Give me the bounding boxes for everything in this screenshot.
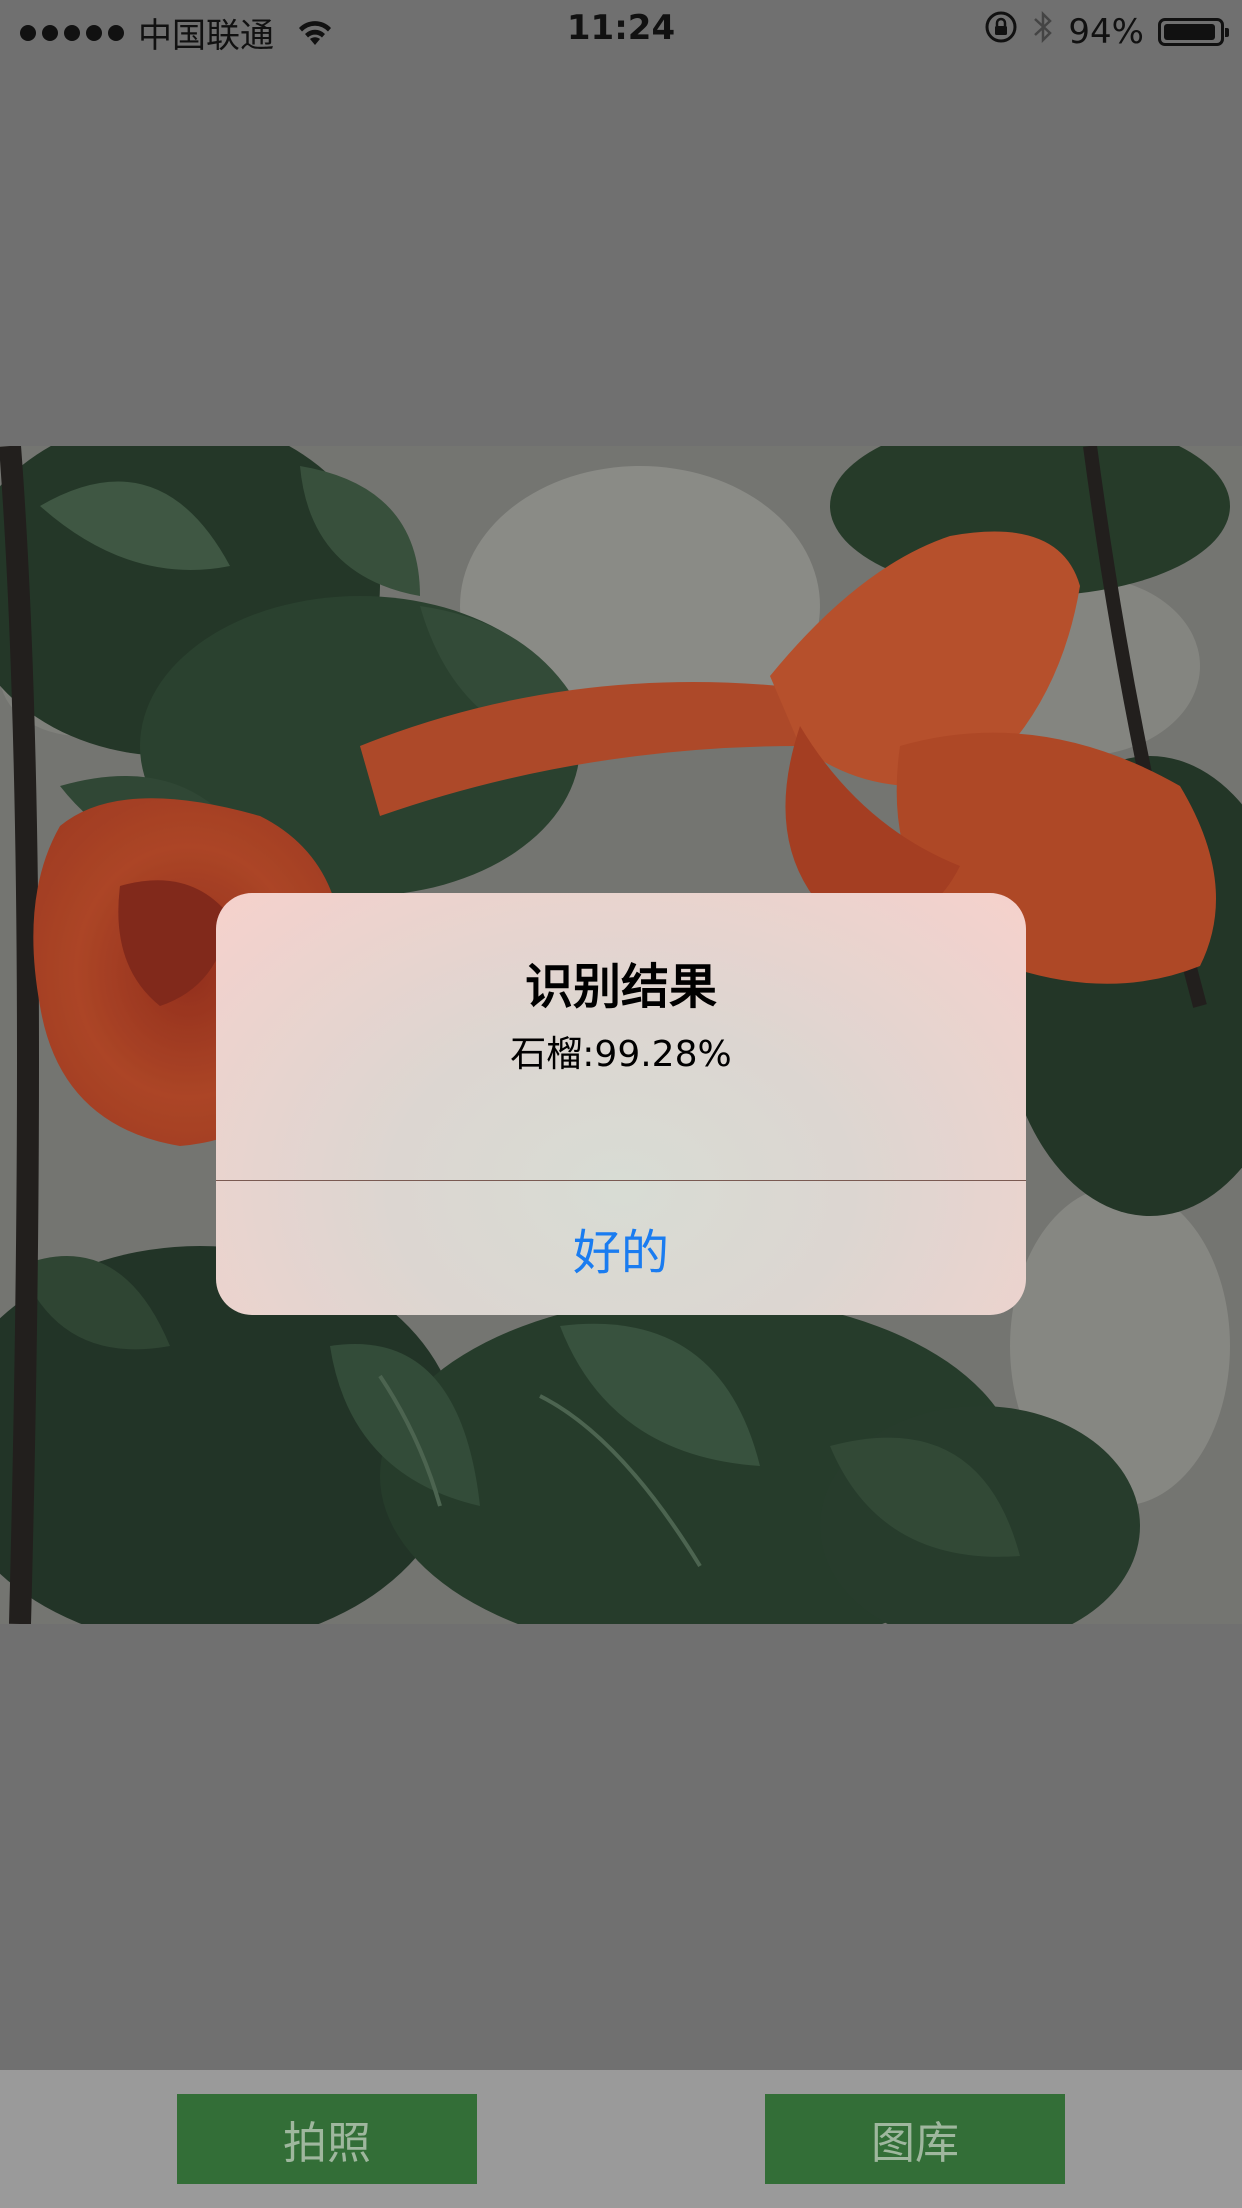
ok-button[interactable]: 好的: [216, 1181, 1026, 1315]
battery-icon: [1158, 17, 1229, 46]
alert-title: 识别结果: [524, 959, 717, 1015]
alert-message: 石榴:99.28%: [510, 1034, 732, 1075]
battery-percent: 94%: [1068, 11, 1144, 52]
status-right: 94%: [984, 10, 1229, 53]
photo-library-button[interactable]: 图库: [765, 2094, 1065, 2184]
battery-fill: [1164, 23, 1215, 40]
bottom-toolbar: 拍照 图库: [0, 2070, 1242, 2208]
take-photo-button[interactable]: 拍照: [177, 2094, 477, 2184]
status-bar: 中国联通 11:24 94%: [0, 0, 1242, 60]
bluetooth-icon: [1032, 10, 1054, 53]
recognition-result-alert: 识别结果 石榴:99.28% 好的: [216, 893, 1026, 1315]
rotation-lock-icon: [984, 10, 1018, 53]
